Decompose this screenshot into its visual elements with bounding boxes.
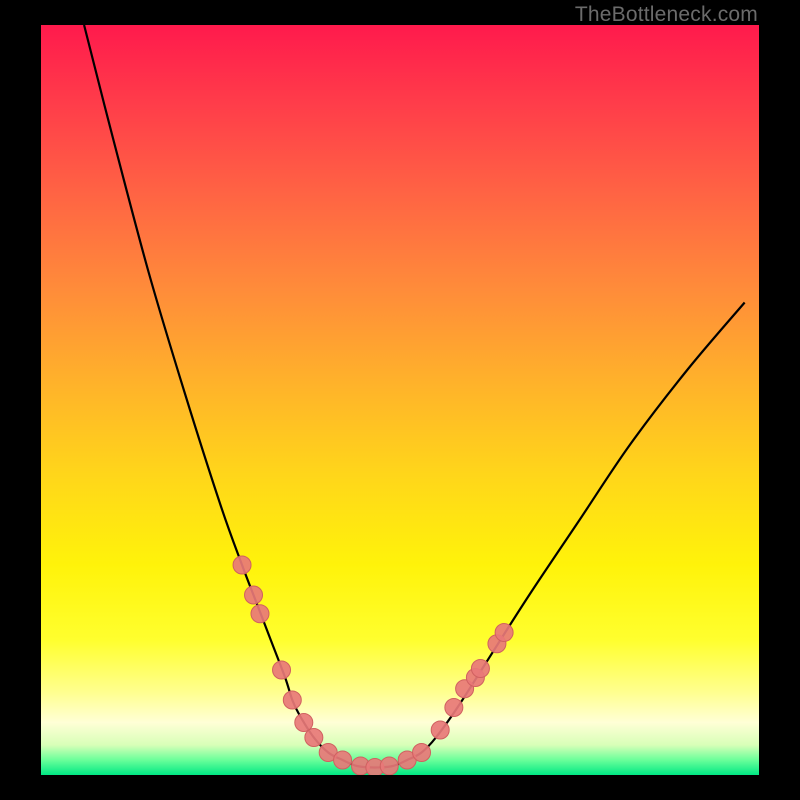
- chart-svg: [41, 25, 759, 775]
- data-marker: [251, 605, 269, 623]
- data-markers: [233, 556, 513, 775]
- data-marker: [431, 721, 449, 739]
- chart-frame: TheBottleneck.com: [0, 0, 800, 800]
- data-marker: [305, 729, 323, 747]
- data-marker: [413, 744, 431, 762]
- data-marker: [334, 751, 352, 769]
- data-marker: [233, 556, 251, 574]
- plot-area: [41, 25, 759, 775]
- data-marker: [471, 660, 489, 678]
- data-marker: [380, 757, 398, 775]
- watermark-text: TheBottleneck.com: [575, 3, 758, 27]
- data-marker: [445, 699, 463, 717]
- bottleneck-curve: [84, 25, 745, 768]
- data-marker: [245, 586, 263, 604]
- data-marker: [495, 624, 513, 642]
- data-marker: [283, 691, 301, 709]
- data-marker: [273, 661, 291, 679]
